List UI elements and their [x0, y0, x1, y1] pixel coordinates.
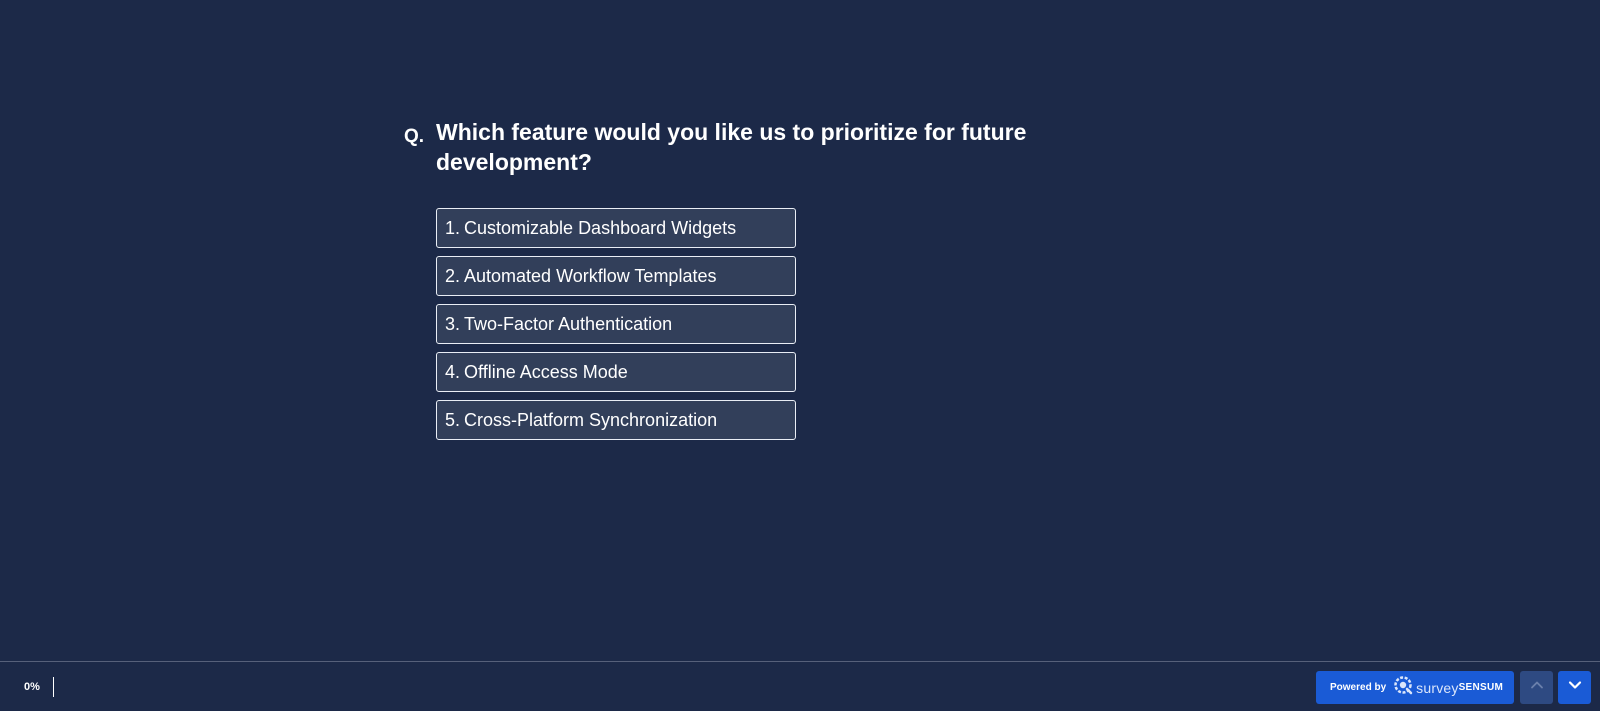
progress-indicator — [53, 677, 54, 697]
chevron-up-icon — [1530, 678, 1544, 697]
powered-by-badge[interactable]: Powered by survey SENSUM — [1316, 671, 1514, 704]
option-number: 5. — [445, 409, 461, 430]
option-2[interactable]: 2. Automated Workflow Templates — [436, 256, 796, 296]
option-3[interactable]: 3. Two-Factor Authentication — [436, 304, 796, 344]
footer-bar: 0% Powered by survey SENSUM — [0, 661, 1600, 711]
option-5[interactable]: 5. Cross-Platform Synchronization — [436, 400, 796, 440]
option-label: Cross-Platform Synchronization — [464, 409, 718, 430]
option-4[interactable]: 4. Offline Access Mode — [436, 352, 796, 392]
previous-question-button[interactable] — [1520, 671, 1553, 704]
chevron-down-icon — [1568, 678, 1582, 697]
brand-sensum: SENSUM — [1458, 682, 1504, 693]
question-prefix: Q. — [404, 126, 425, 147]
options-list: 1. Customizable Dashboard Widgets 2. Aut… — [436, 208, 796, 448]
next-question-button[interactable] — [1558, 671, 1591, 704]
option-number: 2. — [445, 265, 461, 286]
option-number: 3. — [445, 313, 461, 334]
option-label: Offline Access Mode — [464, 361, 628, 382]
powered-by-label: Powered by — [1330, 682, 1387, 693]
option-number: 1. — [445, 217, 461, 238]
question-text: Which feature would you like us to prior… — [436, 119, 1027, 175]
brand-survey: survey — [1416, 679, 1459, 696]
option-label: Automated Workflow Templates — [464, 265, 717, 286]
question-block: Q. Which feature would you like us to pr… — [404, 117, 1104, 177]
option-label: Customizable Dashboard Widgets — [464, 217, 737, 238]
option-label: Two-Factor Authentication — [464, 313, 673, 334]
progress-percent: 0% — [24, 681, 40, 693]
option-number: 4. — [445, 361, 461, 382]
option-1[interactable]: 1. Customizable Dashboard Widgets — [436, 208, 796, 248]
surveysensum-logo-icon — [1392, 674, 1414, 701]
survey-page: Q. Which feature would you like us to pr… — [0, 0, 1600, 711]
